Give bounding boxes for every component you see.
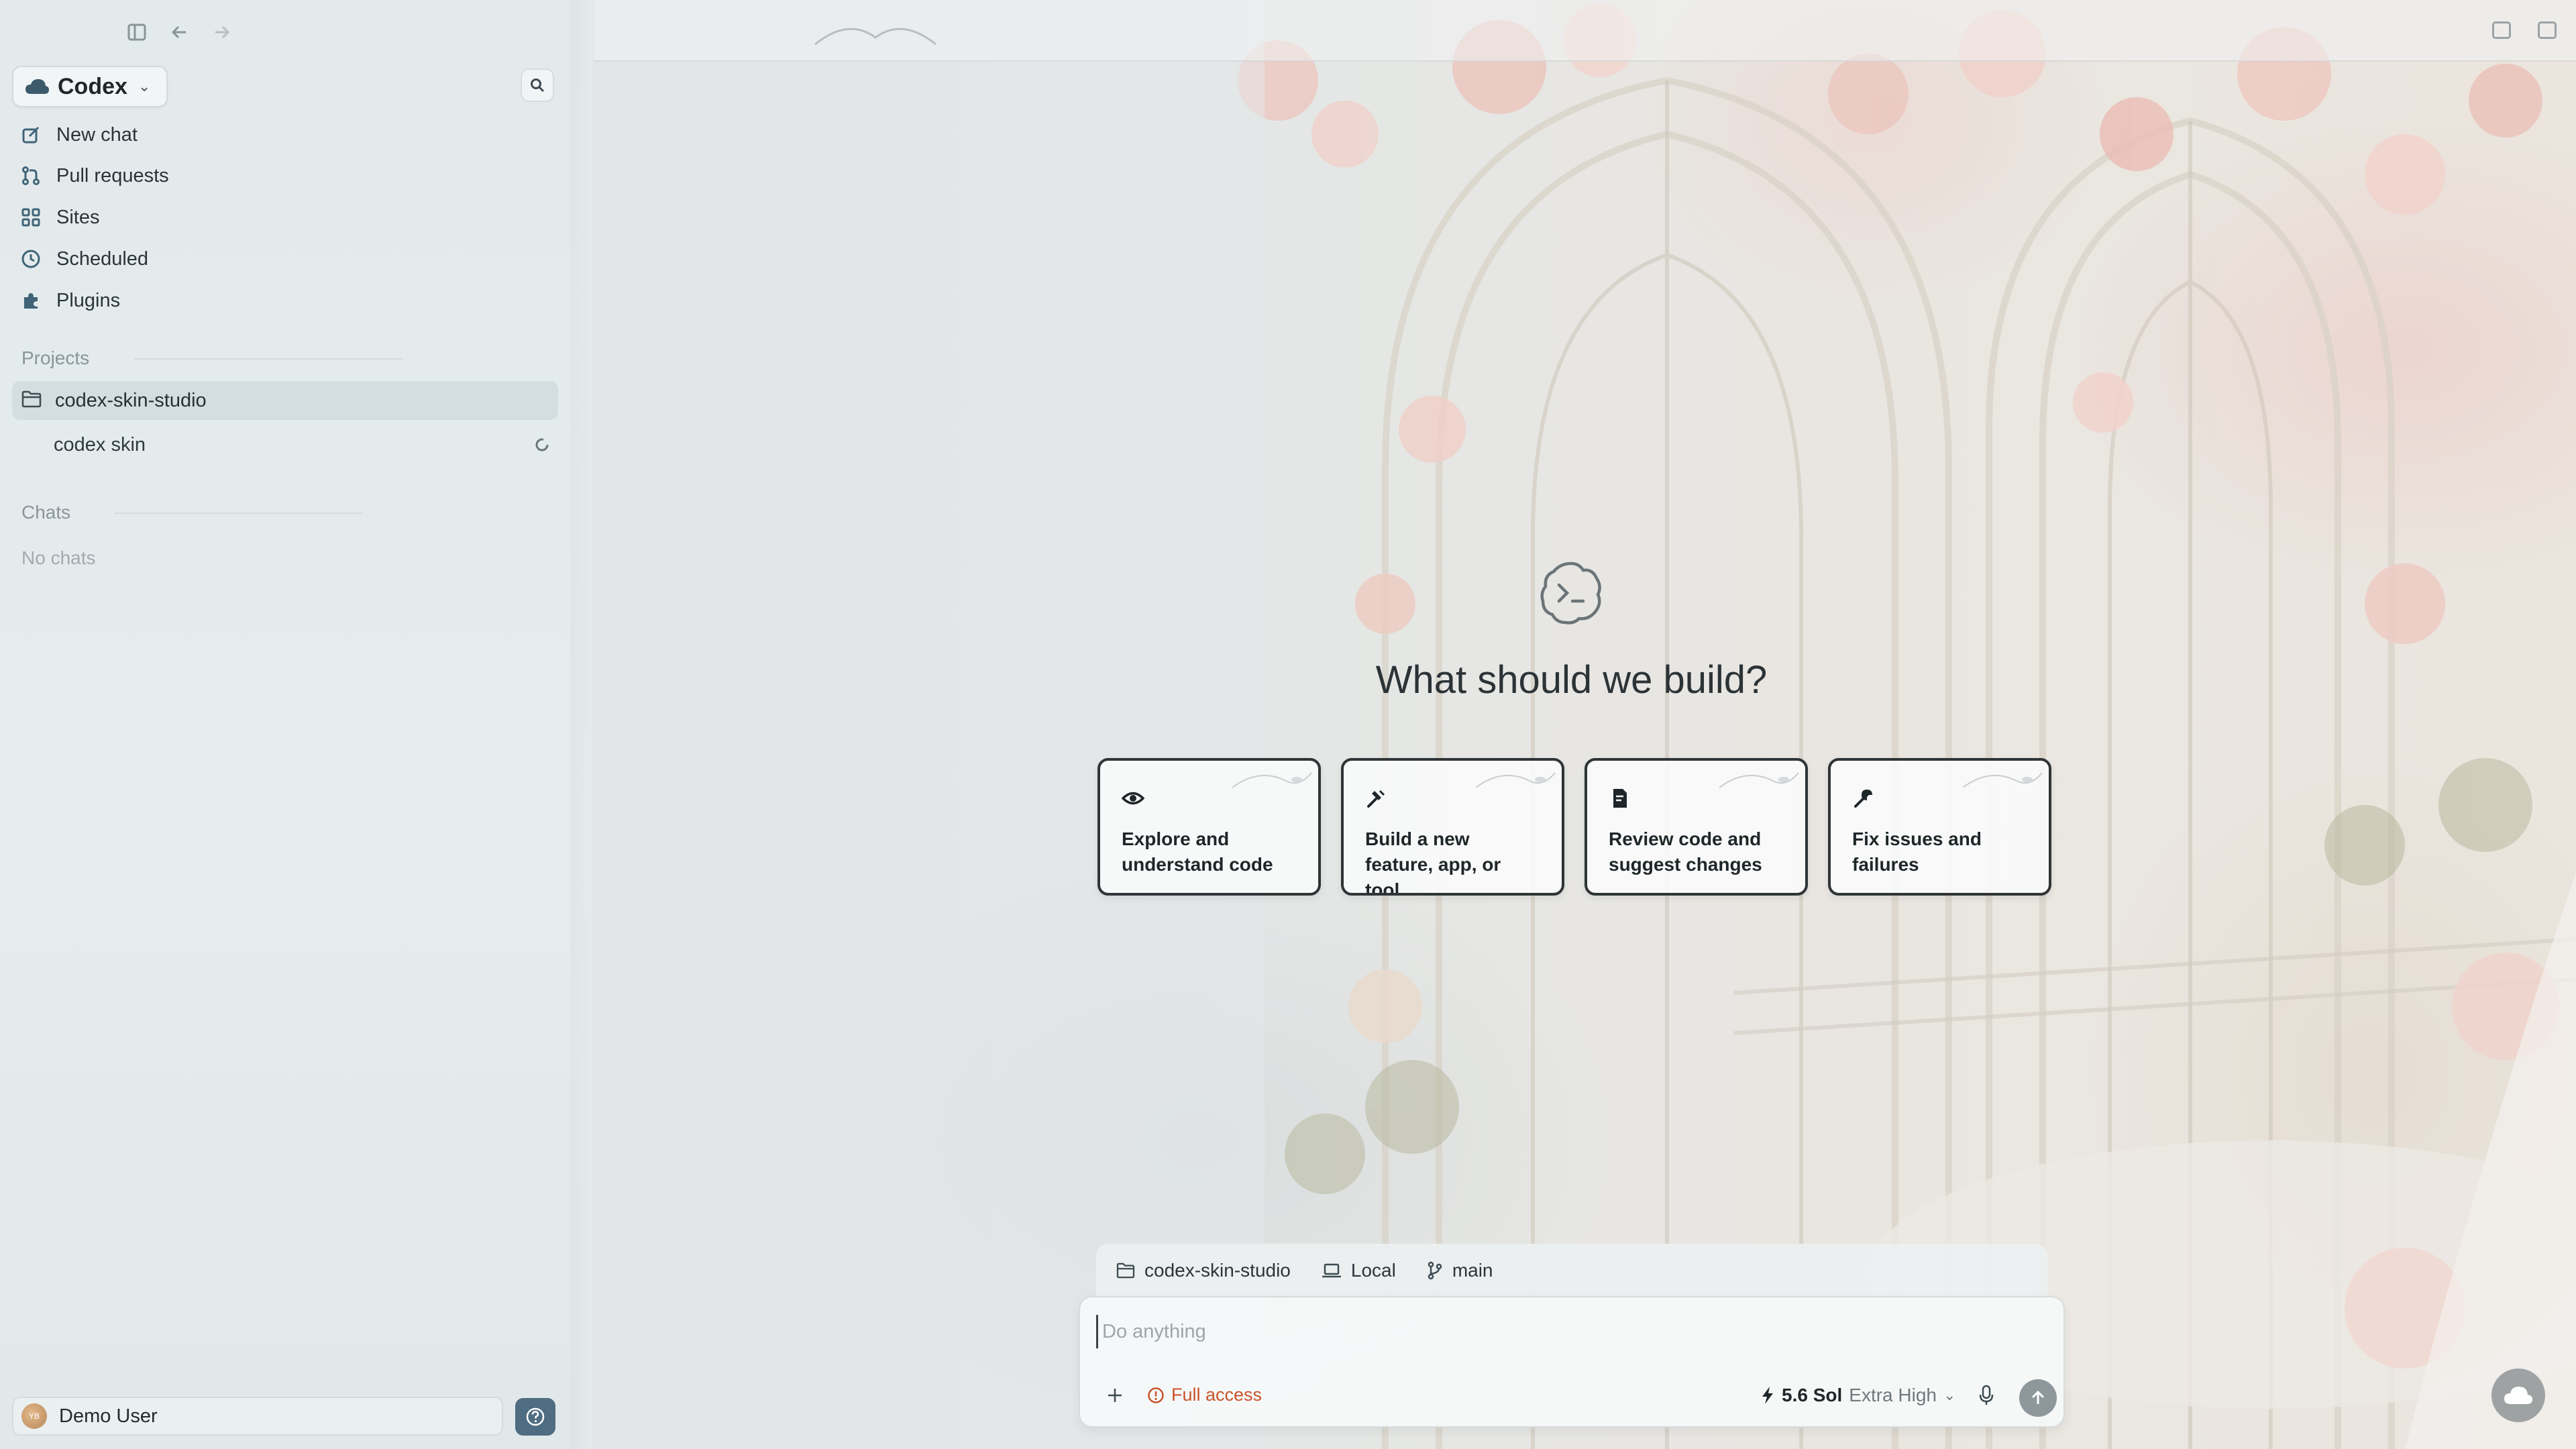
- warning-shield-icon: [1148, 1387, 1164, 1403]
- loading-spinner-icon: [535, 438, 549, 451]
- voice-input-button[interactable]: [1978, 1385, 1995, 1409]
- card-label: Explore and understand code: [1122, 828, 1273, 875]
- window-minimize-button[interactable]: [2492, 21, 2511, 39]
- nav-label: Plugins: [56, 289, 121, 311]
- compose-icon: [20, 124, 42, 146]
- projects-heading: Projects: [21, 347, 90, 368]
- main-titlebar: [594, 0, 2576, 62]
- project-item[interactable]: codex-skin-studio: [12, 381, 558, 420]
- eye-icon: [1122, 786, 1146, 810]
- app-name: Codex: [58, 73, 127, 99]
- cloud-icon: [2504, 1387, 2532, 1404]
- vine-ornament-icon: [1476, 772, 1556, 788]
- chevron-down-icon: ⌄: [138, 78, 151, 95]
- folder-icon: [1116, 1263, 1135, 1279]
- codex-logo-icon: [1540, 561, 1601, 625]
- sidebar: Codex ⌄ New chat Pull requests Sites Sch…: [0, 0, 594, 1449]
- chevron-down-icon: ⌄: [1943, 1387, 1956, 1403]
- suggestion-card-explore[interactable]: Explore and understand code: [1097, 758, 1321, 896]
- cloud-icon: [25, 79, 49, 94]
- folder-icon: [21, 390, 42, 411]
- suggestion-card-build[interactable]: Build a new feature, app, or tool: [1341, 758, 1564, 896]
- vine-ornament-icon: [1719, 772, 1799, 788]
- vine-ornament-icon: [1232, 772, 1312, 788]
- context-project-selector[interactable]: codex-skin-studio: [1116, 1260, 1291, 1281]
- context-branch-selector[interactable]: main: [1427, 1260, 1493, 1281]
- hammer-icon: [1365, 786, 1389, 810]
- help-button[interactable]: [515, 1398, 555, 1436]
- laptop-icon: [1322, 1263, 1341, 1278]
- lightning-icon: [1762, 1387, 1773, 1404]
- arrow-up-icon: [2031, 1390, 2045, 1404]
- back-arrow-icon[interactable]: [168, 20, 192, 44]
- grid-icon: [20, 207, 42, 228]
- nav-label: Scheduled: [56, 248, 149, 270]
- model-selector[interactable]: 5.6 Sol Extra High ⌄: [1760, 1385, 1955, 1406]
- divider: [134, 358, 402, 360]
- context-project-label: codex-skin-studio: [1144, 1260, 1291, 1281]
- prompt-input[interactable]: [1096, 1315, 2035, 1348]
- app-switcher-button[interactable]: Codex ⌄: [12, 66, 168, 107]
- divider: [114, 513, 362, 514]
- attach-button[interactable]: [1100, 1381, 1130, 1410]
- bird-ornament-icon: [814, 28, 936, 46]
- git-branch-icon: [1428, 1261, 1442, 1280]
- card-label: Build a new feature, app, or tool: [1365, 828, 1501, 896]
- project-name: codex-skin-studio: [55, 389, 207, 411]
- search-icon: [531, 78, 545, 93]
- wrench-icon: [1852, 786, 1876, 810]
- nav-pull-requests[interactable]: Pull requests: [20, 157, 557, 195]
- access-mode-label: Full access: [1171, 1385, 1263, 1405]
- nav-plugins[interactable]: Plugins: [20, 282, 557, 319]
- document-icon: [1609, 786, 1633, 810]
- window-maximize-button[interactable]: [2538, 21, 2557, 39]
- chats-heading: Chats: [21, 502, 71, 523]
- cloud-status-button[interactable]: [2491, 1368, 2545, 1422]
- empty-chats-text: No chats: [21, 547, 96, 568]
- plus-icon: [1108, 1389, 1122, 1402]
- avatar: YB: [21, 1403, 47, 1429]
- user-account-button[interactable]: YB Demo User: [12, 1397, 503, 1436]
- help-icon: [526, 1407, 545, 1426]
- pull-request-icon: [20, 165, 42, 186]
- user-name: Demo User: [59, 1405, 158, 1427]
- puzzle-icon: [20, 290, 42, 311]
- clock-icon: [20, 248, 42, 270]
- context-environment-label: Local: [1350, 1260, 1396, 1281]
- thread-label: codex skin: [54, 433, 146, 455]
- nav-sites[interactable]: Sites: [20, 199, 557, 236]
- garden-arch-illustration: [594, 0, 2576, 1449]
- microphone-icon: [1979, 1385, 1994, 1405]
- search-button[interactable]: [521, 68, 554, 102]
- nav-new-chat[interactable]: New chat: [20, 116, 557, 154]
- sidebar-gutter: [570, 0, 594, 1449]
- context-branch-label: main: [1452, 1260, 1493, 1281]
- access-mode-selector[interactable]: Full access: [1147, 1385, 1262, 1405]
- card-label: Fix issues and failures: [1852, 828, 1982, 875]
- nav-label: New chat: [56, 123, 138, 146]
- context-environment-selector[interactable]: Local: [1322, 1260, 1396, 1281]
- background-scene: [594, 0, 2576, 1449]
- nav-scheduled[interactable]: Scheduled: [20, 240, 557, 278]
- composer: Full access 5.6 Sol Extra High ⌄: [1079, 1296, 2065, 1428]
- suggestion-card-fix[interactable]: Fix issues and failures: [1828, 758, 2051, 896]
- composer-context-bar: codex-skin-studio Local main: [1096, 1244, 2047, 1297]
- nav-label: Pull requests: [56, 164, 169, 186]
- card-label: Review code and suggest changes: [1609, 828, 1762, 875]
- model-name: 5.6 Sol: [1782, 1385, 1843, 1405]
- sidebar-toggle-icon[interactable]: [125, 20, 149, 44]
- forward-arrow-icon[interactable]: [209, 20, 233, 44]
- nav-label: Sites: [56, 206, 100, 228]
- project-thread-item[interactable]: codex skin: [54, 428, 550, 462]
- model-effort: Extra High: [1849, 1385, 1937, 1405]
- page-title: What should we build?: [1375, 658, 1768, 702]
- suggestion-card-review[interactable]: Review code and suggest changes: [1585, 758, 1808, 896]
- vine-ornament-icon: [1963, 772, 2043, 788]
- send-button[interactable]: [2019, 1379, 2057, 1417]
